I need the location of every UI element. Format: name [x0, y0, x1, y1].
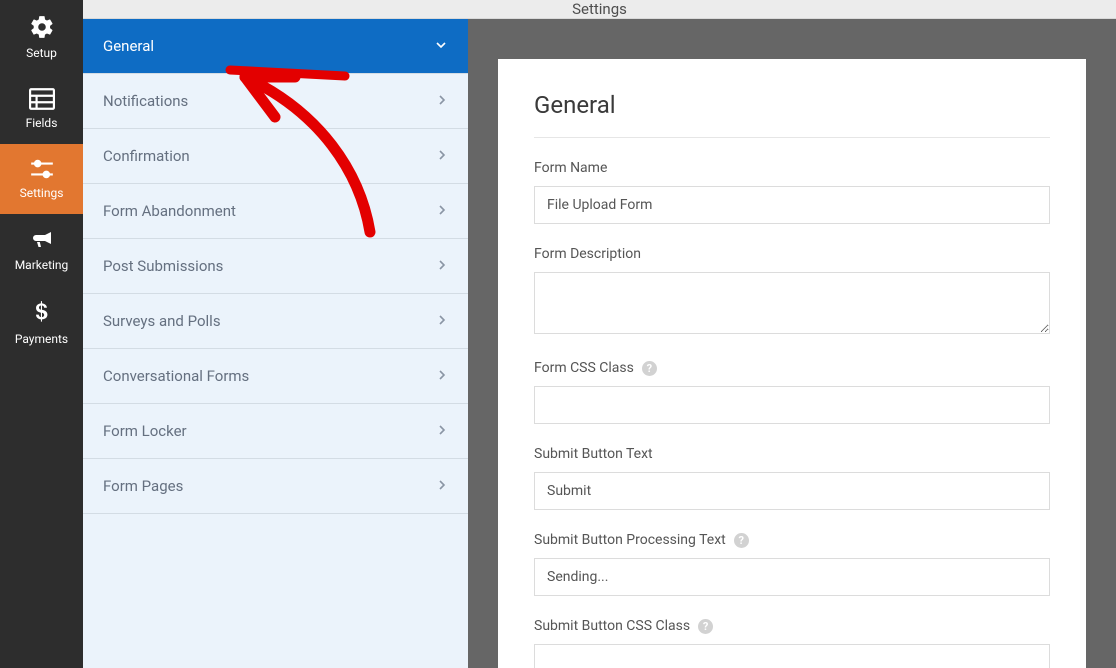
chevron-right-icon — [438, 94, 446, 108]
field-label: Form CSS Class — [534, 360, 634, 376]
sidebar-item-surveys-polls[interactable]: Surveys and Polls — [83, 294, 468, 349]
app-root: Setup Fields Settings Marketing Payments — [0, 0, 1116, 668]
vnav-label: Marketing — [15, 258, 69, 272]
vnav-label: Setup — [26, 46, 57, 60]
field-label: Submit Button CSS Class — [534, 618, 690, 634]
vnav-label: Settings — [20, 186, 64, 200]
general-panel: General Form Name Form Description Form … — [498, 59, 1086, 668]
field-label: Form Name — [534, 160, 1050, 176]
sidebar-item-label: Surveys and Polls — [103, 312, 221, 330]
vnav-settings[interactable]: Settings — [0, 144, 83, 214]
sidebar-item-label: Form Locker — [103, 422, 187, 440]
sidebar-item-label: Form Abandonment — [103, 202, 236, 220]
vertical-nav: Setup Fields Settings Marketing Payments — [0, 0, 83, 668]
sidebar-item-conversational-forms[interactable]: Conversational Forms — [83, 349, 468, 404]
sidebar-item-form-abandonment[interactable]: Form Abandonment — [83, 184, 468, 239]
field-label: Submit Button Processing Text — [534, 532, 726, 548]
chevron-right-icon — [438, 369, 446, 383]
field-form-css-class: Form CSS Class ? — [534, 360, 1050, 424]
field-label: Form Description — [534, 246, 1050, 262]
sidebar-item-label: Confirmation — [103, 147, 190, 165]
sidebar-item-label: Form Pages — [103, 477, 183, 495]
field-label: Submit Button Text — [534, 446, 1050, 462]
sidebar-item-general[interactable]: General — [83, 19, 468, 74]
chevron-right-icon — [438, 314, 446, 328]
chevron-right-icon — [438, 479, 446, 493]
sidebar-item-form-locker[interactable]: Form Locker — [83, 404, 468, 459]
vnav-setup[interactable]: Setup — [0, 0, 83, 74]
submit-css-class-input[interactable] — [534, 644, 1050, 668]
field-submit-css-class: Submit Button CSS Class ? — [534, 618, 1050, 668]
sidebar-item-label: Notifications — [103, 92, 188, 110]
field-form-name: Form Name — [534, 160, 1050, 224]
sliders-icon — [29, 158, 55, 180]
chevron-right-icon — [438, 259, 446, 273]
topbar-title: Settings — [572, 0, 627, 18]
sidebar-item-notifications[interactable]: Notifications — [83, 74, 468, 129]
dollar-icon — [32, 300, 52, 326]
sidebar-item-confirmation[interactable]: Confirmation — [83, 129, 468, 184]
submit-processing-input[interactable] — [534, 558, 1050, 596]
vnav-marketing[interactable]: Marketing — [0, 214, 83, 286]
topbar: Settings — [83, 0, 1116, 19]
list-icon — [29, 88, 55, 110]
content-column: Settings General Notifications — [83, 0, 1116, 668]
gear-icon — [29, 14, 55, 40]
sidebar-item-label: Conversational Forms — [103, 367, 249, 385]
form-name-input[interactable] — [534, 186, 1050, 224]
bullhorn-icon — [29, 228, 55, 252]
chevron-right-icon — [438, 204, 446, 218]
settings-sidebar: General Notifications Confirmation — [83, 19, 468, 668]
help-icon[interactable]: ? — [642, 361, 657, 376]
field-submit-processing: Submit Button Processing Text ? — [534, 532, 1050, 596]
sidebar-item-label: Post Submissions — [103, 257, 223, 275]
form-css-class-input[interactable] — [534, 386, 1050, 424]
help-icon[interactable]: ? — [734, 533, 749, 548]
help-icon[interactable]: ? — [698, 619, 713, 634]
body: General Notifications Confirmation — [83, 19, 1116, 668]
chevron-down-icon — [436, 39, 446, 53]
form-description-textarea[interactable] — [534, 272, 1050, 334]
chevron-right-icon — [438, 149, 446, 163]
vnav-label: Fields — [26, 116, 58, 130]
sidebar-item-label: General — [103, 37, 154, 55]
sidebar-item-post-submissions[interactable]: Post Submissions — [83, 239, 468, 294]
sidebar-spacer — [83, 514, 468, 668]
field-form-description: Form Description — [534, 246, 1050, 338]
field-submit-text: Submit Button Text — [534, 446, 1050, 510]
main-column: General Form Name Form Description Form … — [468, 19, 1116, 668]
panel-title: General — [534, 91, 1050, 138]
sidebar-item-form-pages[interactable]: Form Pages — [83, 459, 468, 514]
vnav-label: Payments — [15, 332, 68, 346]
vnav-fields[interactable]: Fields — [0, 74, 83, 144]
vnav-payments[interactable]: Payments — [0, 286, 83, 360]
chevron-right-icon — [438, 424, 446, 438]
submit-text-input[interactable] — [534, 472, 1050, 510]
